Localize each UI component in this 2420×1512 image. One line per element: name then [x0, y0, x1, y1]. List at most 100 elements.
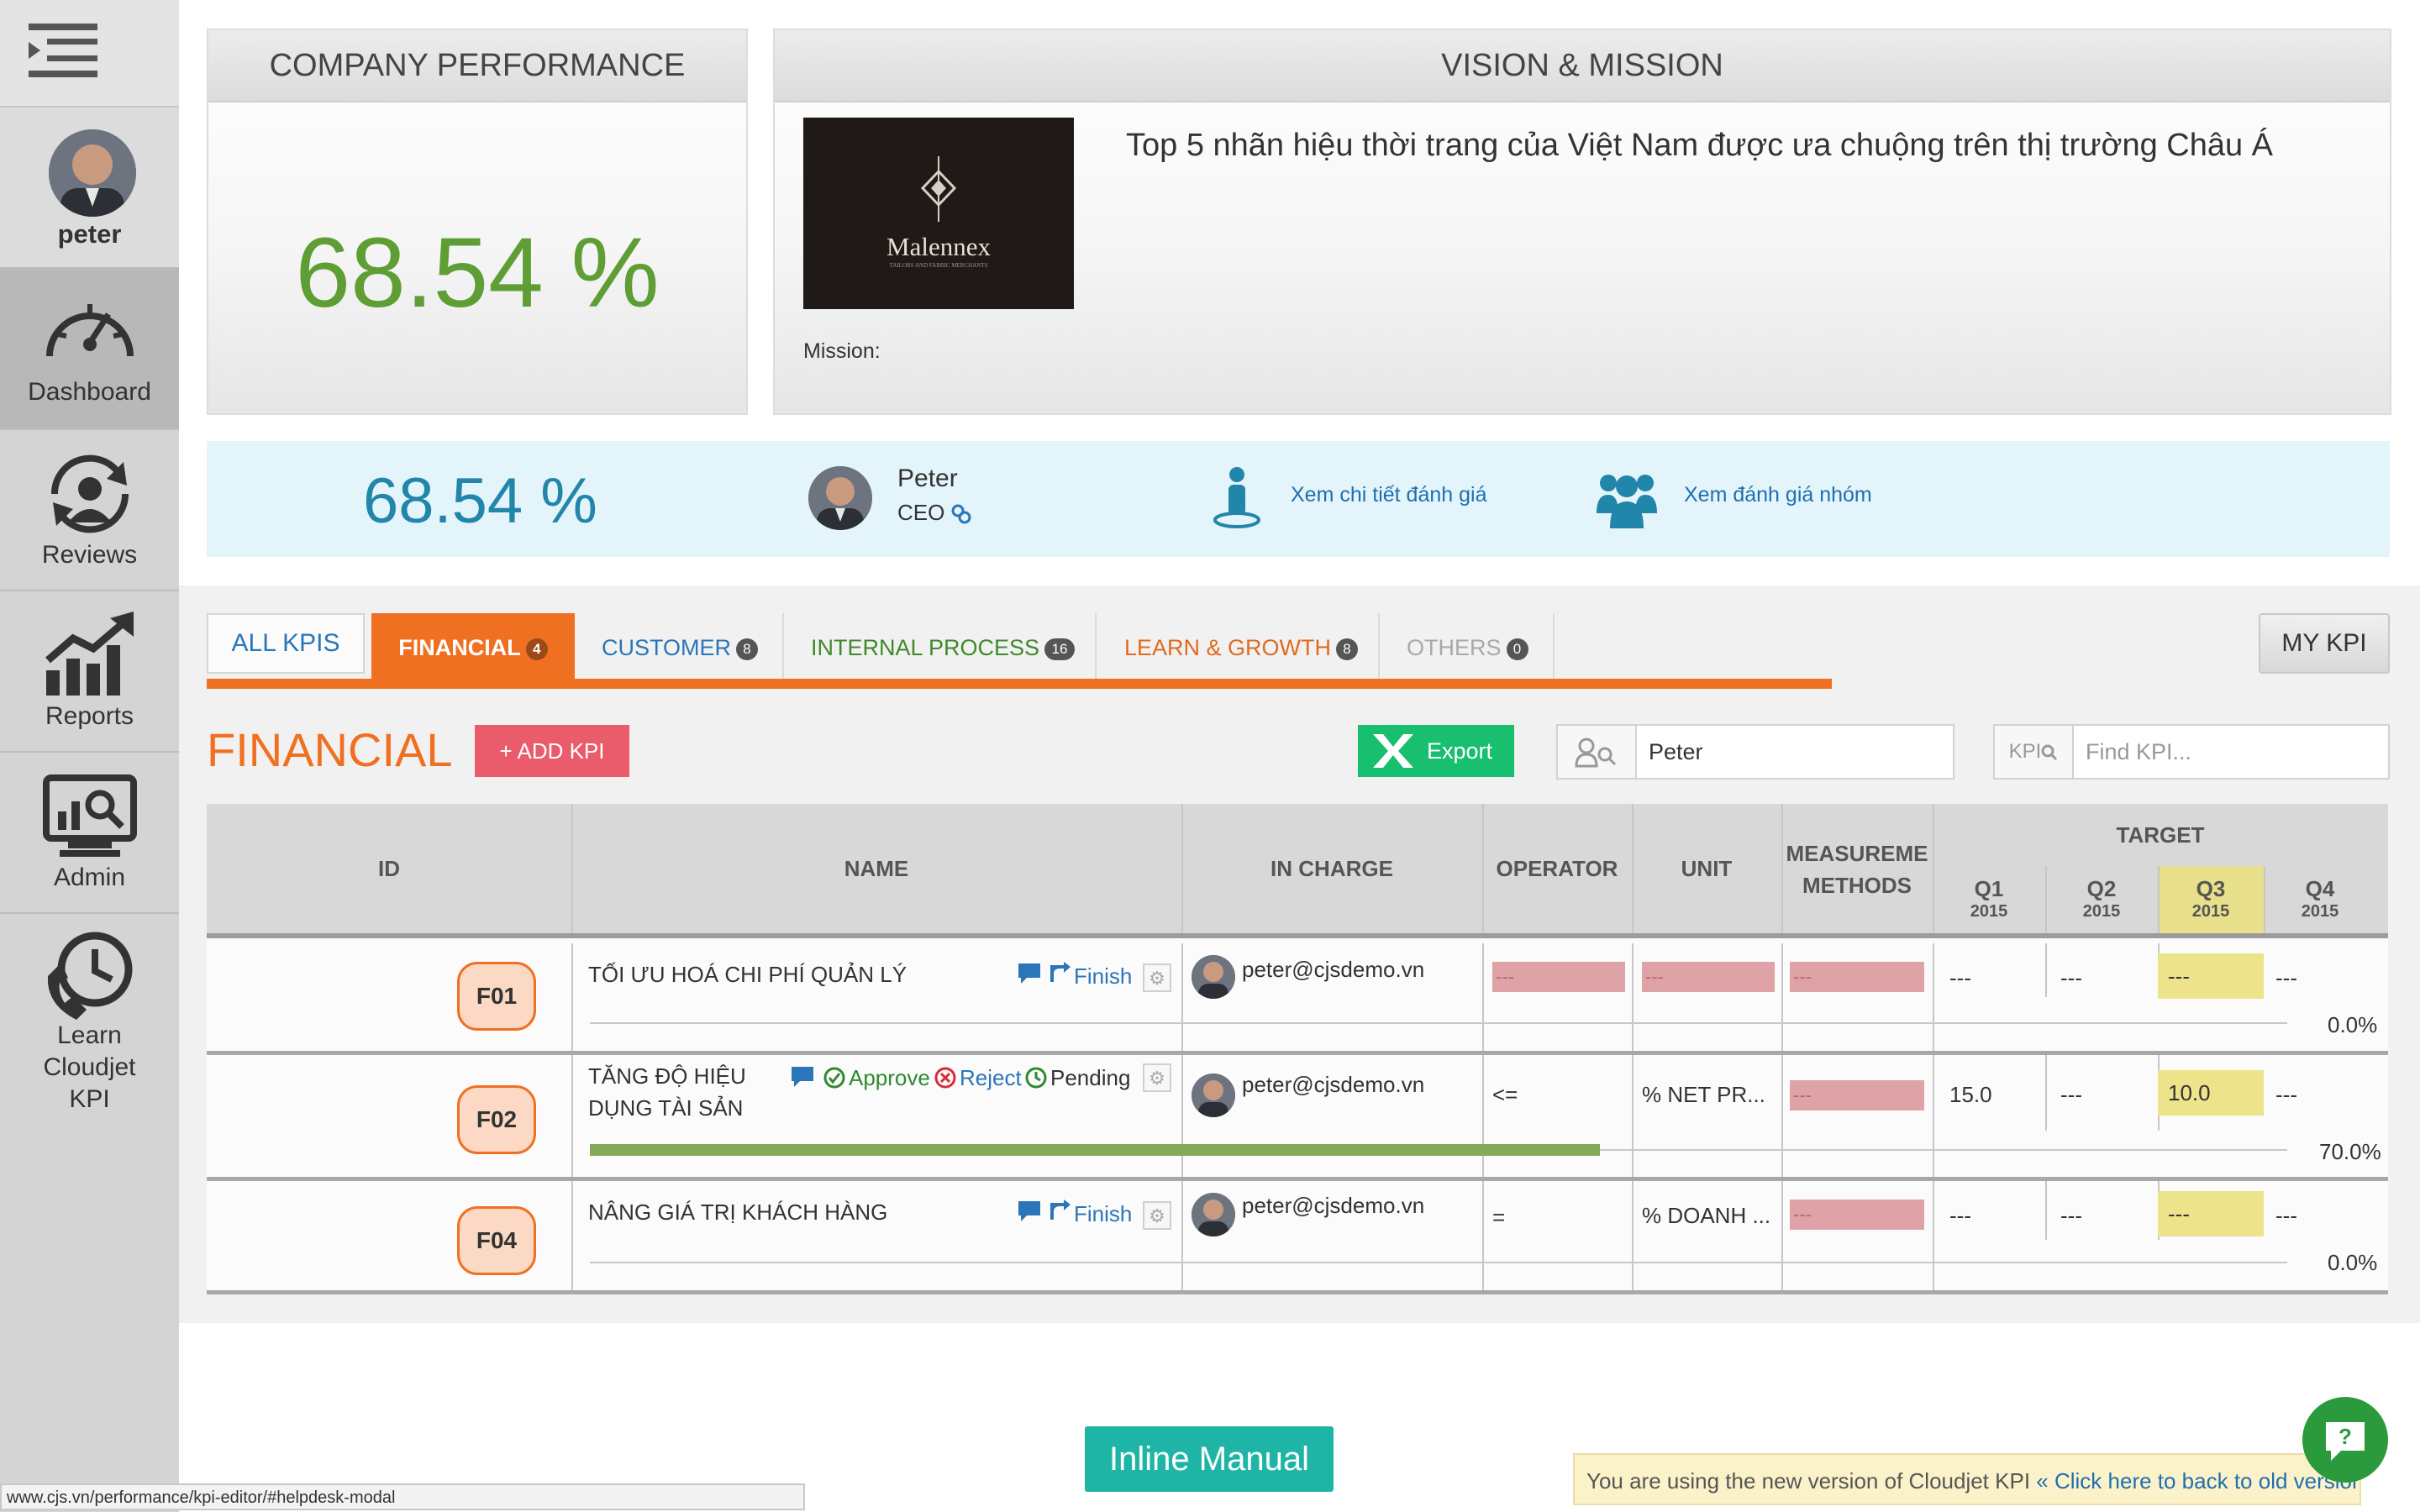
target-q1[interactable]: ---	[1949, 965, 1971, 991]
measure-value[interactable]: ---	[1790, 1080, 1924, 1110]
link-icon[interactable]	[951, 504, 971, 524]
sidebar-item-dashboard[interactable]: Dashboard	[0, 269, 179, 430]
tab-learn-growth[interactable]: LEARN & GROWTH 8	[1124, 613, 1359, 679]
view-detail-link[interactable]: Xem chi tiết đánh giá	[1291, 483, 1486, 507]
sidebar-user[interactable]: peter	[0, 108, 179, 269]
help-chat-button[interactable]: ?	[2302, 1397, 2388, 1483]
unit-value[interactable]: % NET PR...	[1642, 1082, 1765, 1108]
status-finish[interactable]: Finish	[1074, 1201, 1132, 1227]
menu-toggle-button[interactable]	[0, 0, 179, 108]
header-target: TARGET	[2116, 822, 2205, 848]
pending-link[interactable]: Pending	[1050, 1065, 1130, 1091]
quarter-label: Q4	[2305, 876, 2335, 901]
operator-value[interactable]: ---	[1492, 962, 1625, 992]
column-divider	[1632, 1181, 1634, 1290]
inline-manual-button[interactable]: Inline Manual	[1085, 1426, 1334, 1492]
old-version-link[interactable]: « Click here to back to old version	[2036, 1468, 2360, 1494]
kpi-id-badge[interactable]: F01	[457, 962, 536, 1031]
target-q2[interactable]: ---	[2060, 1082, 2082, 1108]
kpi-name[interactable]: NÂNG GIÁ TRỊ KHÁCH HÀNG	[588, 1200, 887, 1226]
tab-others[interactable]: OTHERS 0	[1407, 613, 1528, 679]
kpi-id-badge[interactable]: F02	[457, 1085, 536, 1154]
column-divider	[571, 1055, 573, 1177]
target-q4[interactable]: ---	[2275, 965, 2297, 991]
in-charge-email: peter@cjsdemo.vn	[1242, 1072, 1425, 1097]
target-q4[interactable]: ---	[2275, 1082, 2297, 1108]
approve-link[interactable]: Approve	[849, 1065, 930, 1091]
unit-value[interactable]: % DOANH ...	[1642, 1203, 1770, 1229]
sidebar-item-admin[interactable]: Admin	[0, 753, 179, 914]
admin-icon	[42, 774, 137, 857]
settings-gear-icon[interactable]: ⚙	[1143, 1201, 1171, 1230]
column-divider	[1482, 943, 1484, 1051]
measure-value[interactable]: ---	[1790, 1200, 1924, 1230]
chart-icon	[45, 612, 134, 696]
target-q2[interactable]: ---	[2060, 1203, 2082, 1229]
person-search-field[interactable]: Peter	[1556, 724, 1954, 780]
table-row[interactable]: F01 TỐI ƯU HOÁ CHI PHÍ QUẢN LÝ Finish ⚙ …	[207, 943, 2388, 1055]
quarter-year: 2015	[2191, 902, 2230, 921]
reject-link[interactable]: Reject	[960, 1065, 1022, 1091]
tab-label: FINANCIAL	[398, 635, 521, 660]
panel-title: VISION & MISSION	[775, 30, 2390, 102]
operator-value[interactable]: =	[1492, 1205, 1505, 1231]
target-q1[interactable]: 15.0	[1949, 1082, 1992, 1108]
target-q3[interactable]: ---	[2158, 1191, 2264, 1236]
svg-text:?: ?	[2338, 1424, 2352, 1449]
kpi-name-line2[interactable]: DỤNG TÀI SẢN	[588, 1095, 743, 1121]
comment-icon[interactable]	[1018, 963, 1040, 984]
kpi-search-field[interactable]: KPI Find KPI...	[1993, 724, 2390, 780]
table-row[interactable]: F02 TĂNG ĐỘ HIỆU DỤNG TÀI SẢN Approve Re…	[207, 1055, 2388, 1181]
tab-label: CUSTOMER	[602, 635, 732, 660]
sidebar-item-learn[interactable]: Learn Cloudjet KPI	[0, 914, 179, 1132]
export-button[interactable]: Export	[1358, 725, 1514, 777]
column-divider	[1781, 1181, 1783, 1290]
group-icon	[1597, 475, 1657, 528]
tab-divider	[1095, 613, 1097, 679]
quarter-label: Q3	[2196, 876, 2226, 901]
measure-value[interactable]: ---	[1790, 962, 1924, 992]
target-q1[interactable]: ---	[1949, 1203, 1971, 1229]
tab-customer[interactable]: CUSTOMER 8	[602, 613, 759, 679]
status-finish[interactable]: Finish	[1074, 963, 1132, 990]
tab-internal-process[interactable]: INTERNAL PROCESS 16	[811, 613, 1076, 679]
logo-emblem-icon	[920, 156, 957, 222]
settings-gear-icon[interactable]: ⚙	[1143, 963, 1171, 992]
target-q3[interactable]: ---	[2158, 953, 2264, 999]
settings-gear-icon[interactable]: ⚙	[1143, 1063, 1171, 1092]
column-divider	[1933, 1181, 1934, 1290]
avatar	[1192, 1074, 1235, 1117]
kpi-name[interactable]: TỐI ƯU HOÁ CHI PHÍ QUẢN LÝ	[588, 962, 907, 988]
sidebar-item-reports[interactable]: Reports	[0, 591, 179, 753]
company-logo: Malennex TAILORS AND FABRIC MERCHANTS	[803, 118, 1074, 309]
progress-text: 0.0%	[2328, 1012, 2378, 1037]
user-full-name: Peter	[897, 465, 958, 492]
chat-question-icon: ?	[2326, 1422, 2365, 1461]
tab-all-kpis[interactable]: ALL KPIS	[207, 613, 365, 674]
progress-text: 0.0%	[2328, 1250, 2378, 1275]
column-divider	[1181, 1055, 1183, 1177]
header-id: ID	[378, 856, 400, 881]
comment-icon[interactable]	[792, 1067, 813, 1087]
add-kpi-button[interactable]: + ADD KPI	[475, 725, 629, 777]
unit-value[interactable]: ---	[1642, 962, 1775, 992]
my-kpi-button[interactable]: MY KPI	[2259, 613, 2390, 674]
tab-count: 4	[525, 638, 548, 660]
sidebar-item-reviews[interactable]: Reviews	[0, 430, 179, 591]
tab-underline	[207, 679, 1832, 689]
header-operator: OPERATOR	[1496, 856, 1618, 881]
target-q2[interactable]: ---	[2060, 965, 2082, 991]
view-group-link[interactable]: Xem đánh giá nhóm	[1684, 483, 1872, 507]
comment-icon[interactable]	[1018, 1201, 1040, 1221]
kpi-id-badge[interactable]: F04	[457, 1206, 536, 1275]
operator-value[interactable]: <=	[1492, 1082, 1518, 1108]
tab-financial[interactable]: FINANCIAL 4	[371, 613, 575, 679]
user-summary-bar: 68.54 % Peter CEO Xem chi tiết đánh giá …	[207, 441, 2390, 557]
column-divider	[2045, 1181, 2047, 1240]
kpi-name-line1[interactable]: TĂNG ĐỘ HIỆU	[588, 1063, 746, 1089]
header-in-charge: IN CHARGE	[1270, 856, 1393, 881]
target-q4[interactable]: ---	[2275, 1203, 2297, 1229]
version-notice: You are using the new version of Cloudje…	[1573, 1453, 2361, 1505]
target-q3[interactable]: 10.0	[2158, 1070, 2264, 1116]
table-row[interactable]: F04 NÂNG GIÁ TRỊ KHÁCH HÀNG Finish ⚙ pet…	[207, 1181, 2388, 1294]
